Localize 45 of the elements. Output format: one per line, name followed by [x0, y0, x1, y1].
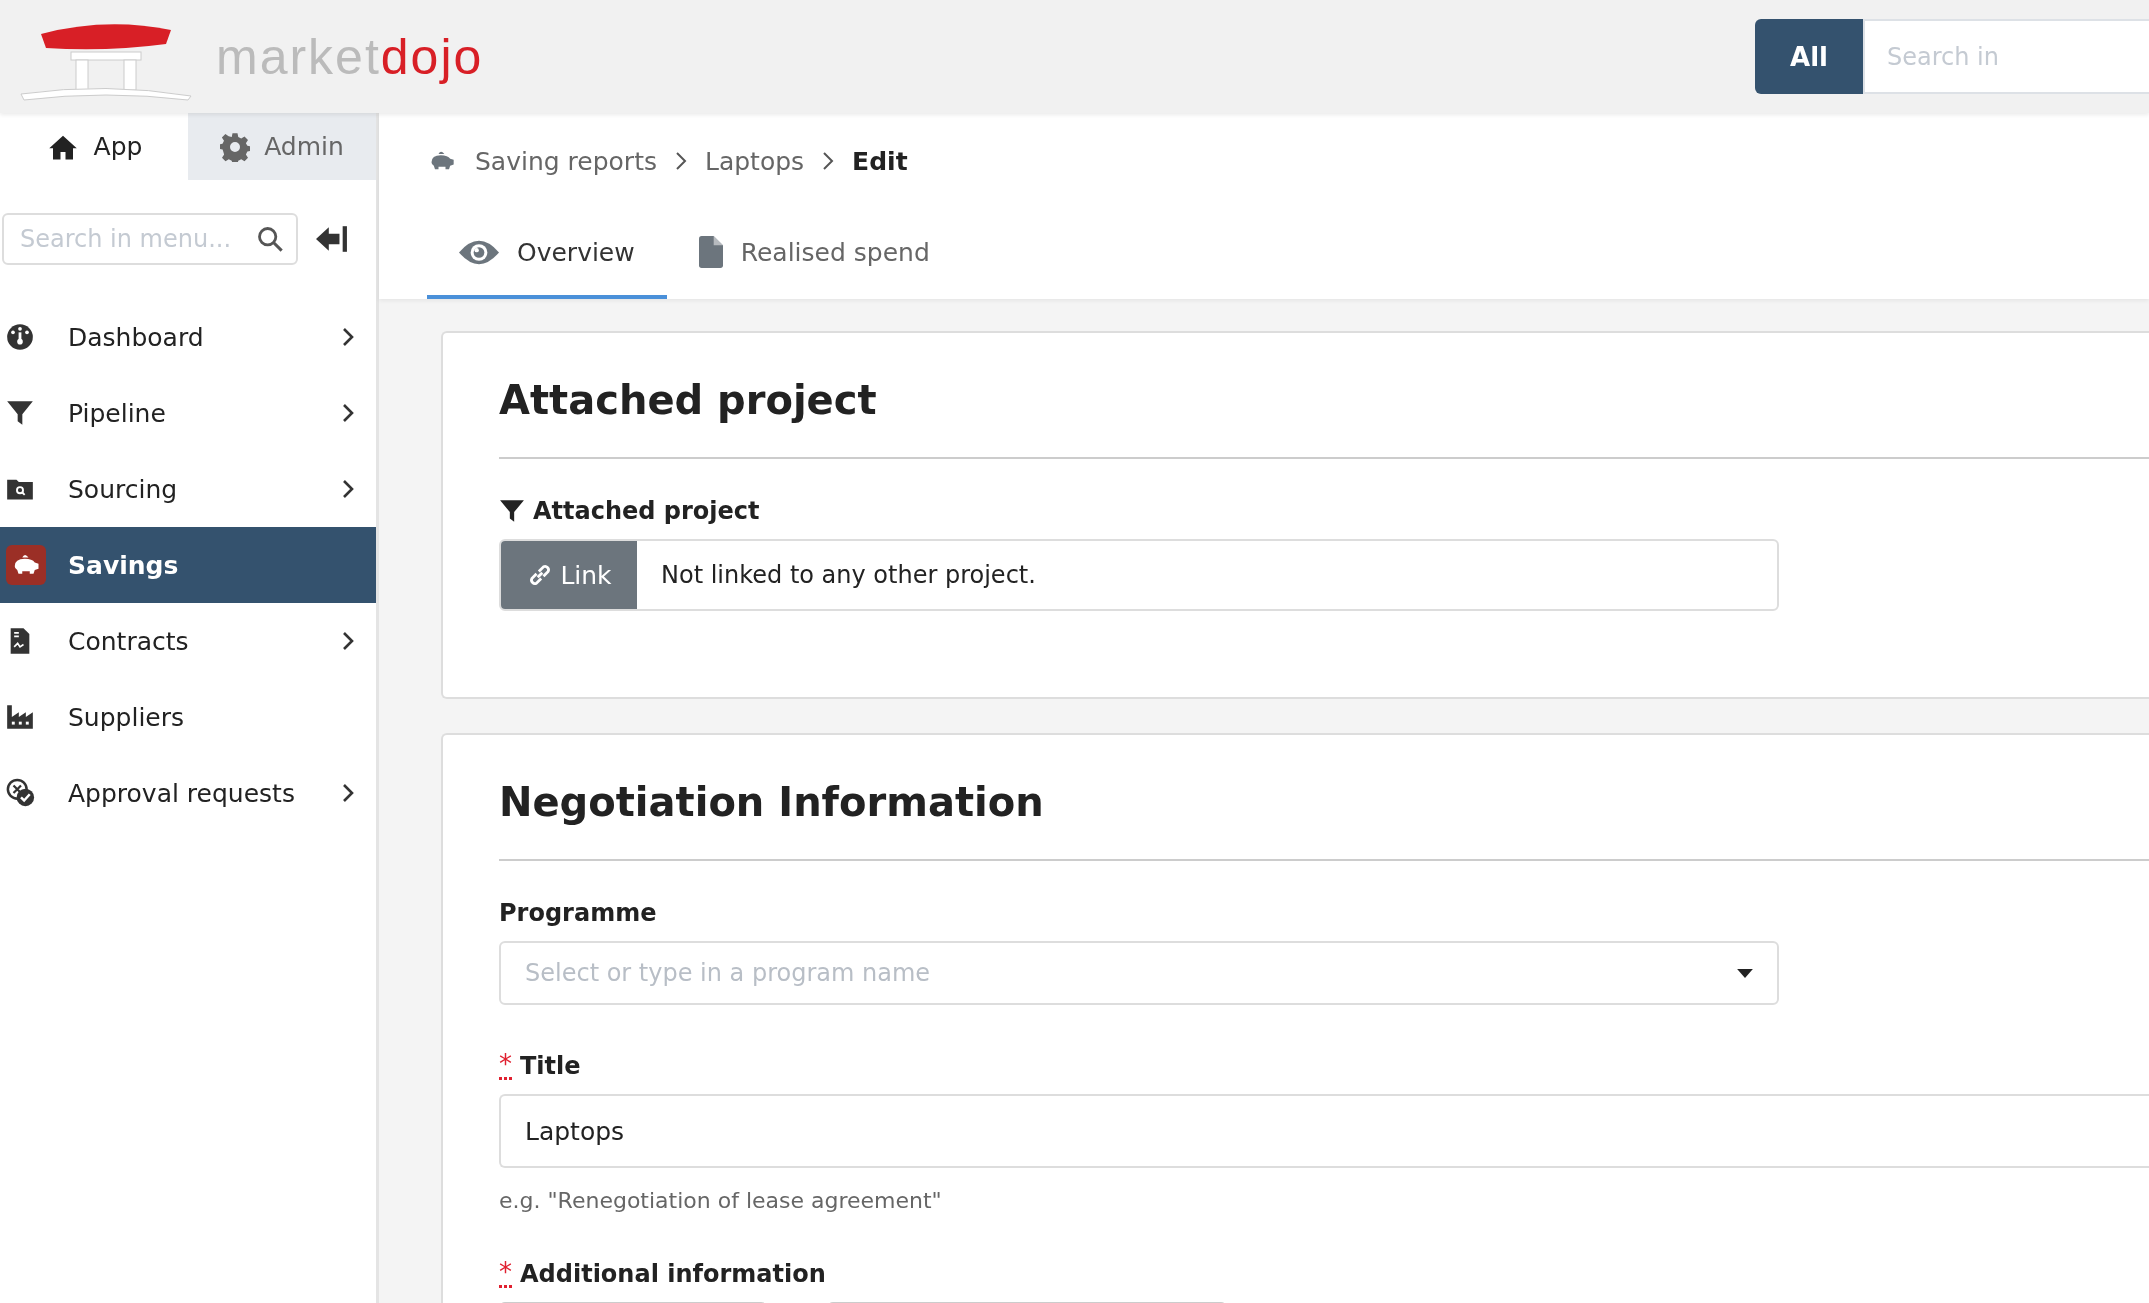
breadcrumb-link[interactable]: Saving reports — [475, 146, 657, 176]
search-icon — [256, 225, 284, 253]
sidebar-item[interactable]: Sourcing — [0, 451, 376, 527]
tab[interactable]: Realised spend — [666, 209, 962, 299]
caret-icon — [1737, 968, 1753, 978]
sidebar-item[interactable]: Dashboard — [0, 299, 376, 375]
sidebar-item[interactable]: Contracts — [0, 603, 376, 679]
gauge-icon — [6, 323, 34, 351]
gear-icon — [220, 131, 251, 162]
logo-text: dojo — [380, 27, 484, 86]
field-hint: e.g. "Renegotiation of lease agreement" — [499, 1188, 943, 1213]
sidebar-item[interactable]: Suppliers — [0, 679, 376, 755]
document-icon — [698, 236, 723, 268]
menu-search-field[interactable]: Search in menu... — [2, 213, 298, 265]
field-label: Attached project — [533, 497, 760, 525]
sidebar-item[interactable]: Approval requests — [0, 755, 376, 831]
funnel-icon — [6, 399, 34, 427]
global-search-field[interactable]: Search in — [1863, 19, 2149, 94]
sidebar-item[interactable]: Savings — [0, 527, 376, 603]
eye-icon — [459, 238, 499, 266]
chevron-right-icon — [342, 783, 354, 803]
chevron-right-icon — [822, 151, 835, 171]
chevron-right-icon — [342, 479, 354, 499]
approval-icon — [6, 778, 36, 808]
chevron-right-icon — [342, 631, 354, 651]
title-input[interactable]: Laptops — [499, 1094, 2149, 1168]
tab[interactable]: Overview — [427, 209, 667, 299]
link-button[interactable]: Link — [501, 541, 637, 609]
sidebar-tab[interactable]: Admin — [188, 113, 376, 180]
link-status-text: Not linked to any other project. — [660, 560, 1036, 591]
field-label: Additional information — [520, 1259, 826, 1288]
breadcrumb-link[interactable]: Laptops — [705, 146, 805, 176]
sidebar-item[interactable]: Pipeline — [0, 375, 376, 451]
chevron-right-icon — [675, 151, 687, 171]
funnel-icon — [499, 498, 525, 524]
section-title: Attached project — [499, 377, 878, 423]
field-label: Programme — [499, 899, 657, 927]
piggy-bank-icon — [6, 545, 46, 585]
collapse-sidebar-icon[interactable] — [316, 225, 348, 253]
chevron-right-icon — [342, 403, 354, 423]
factory-icon — [6, 703, 34, 731]
search-scope-button[interactable]: All — [1755, 19, 1863, 94]
field-label: Title — [520, 1051, 581, 1080]
chevron-right-icon — [342, 327, 354, 347]
section-title: Negotiation Information — [499, 779, 1045, 825]
